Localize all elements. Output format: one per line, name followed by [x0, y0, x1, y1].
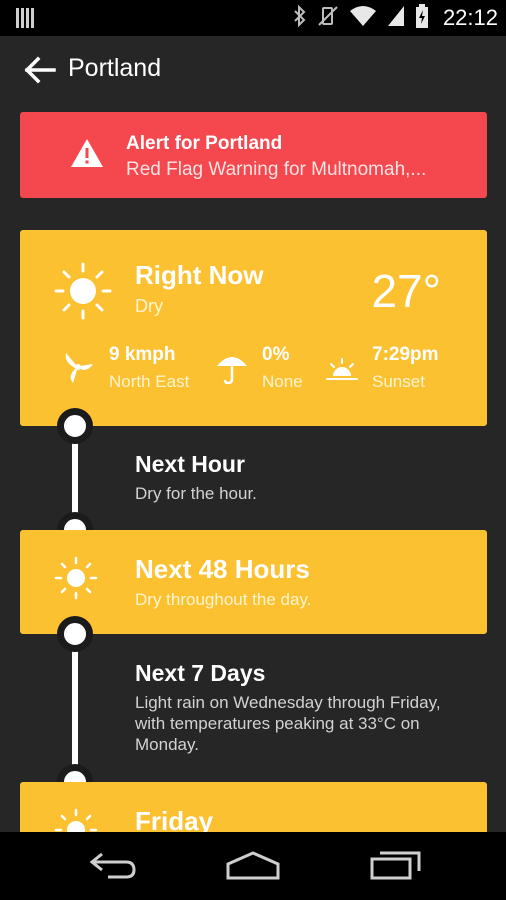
notification-bars-icon [16, 8, 34, 33]
right-now-card[interactable]: Right Now Dry 27° 9 kmph North East 0% N… [20, 230, 487, 426]
sunset-icon [326, 358, 358, 385]
alert-banner[interactable]: Alert for Portland Red Flag Warning for … [20, 112, 487, 198]
timeline-line [72, 634, 78, 782]
next-7-days-line: with temperatures peaking at 33°C on [135, 714, 420, 733]
sunset-time: 7:29pm [372, 344, 439, 365]
wifi-icon [349, 5, 377, 32]
sun-icon [54, 556, 98, 605]
back-nav-icon[interactable] [88, 850, 138, 885]
precipitation-chance: 0% [262, 344, 290, 365]
next-48-hours-card[interactable]: Next 48 Hours Dry throughout the day. [20, 530, 487, 634]
timeline-dot [57, 616, 93, 652]
timeline-dot [57, 408, 93, 444]
next-7-days-title: Next 7 Days [135, 660, 266, 686]
navigation-bar [0, 832, 506, 900]
next-7-days-text: Light rain on Wednesday through Friday, … [135, 692, 441, 755]
warning-triangle-icon [70, 138, 104, 173]
app-bar: Portland [0, 36, 506, 104]
vibrate-off-icon [317, 5, 339, 32]
next-7-days-line: Light rain on Wednesday through Friday, [135, 693, 441, 712]
wind-icon [64, 350, 94, 389]
status-bar: 22:12 [0, 0, 506, 36]
signal-icon [387, 5, 405, 32]
wind-speed: 9 kmph [109, 344, 176, 365]
next-48-hours-text: Dry throughout the day. [135, 590, 312, 609]
next-hour-text: Dry for the hour. [135, 484, 257, 503]
home-nav-icon[interactable] [226, 850, 280, 885]
precipitation-type: None [262, 372, 303, 391]
page-title: Portland [68, 54, 162, 82]
next-hour-title: Next Hour [135, 451, 245, 477]
alert-title: Alert for Portland [126, 133, 283, 154]
sunset-label: Sunset [372, 372, 425, 391]
alert-message: Red Flag Warning for Multnomah,... [126, 159, 427, 180]
right-now-title: Right Now [135, 260, 264, 290]
status-time: 22:12 [442, 5, 498, 30]
battery-charging-icon [415, 3, 429, 33]
sun-icon [54, 262, 112, 325]
umbrella-icon [216, 352, 248, 389]
wind-direction: North East [109, 372, 190, 391]
recents-nav-icon[interactable] [370, 850, 422, 885]
arrow-left-icon[interactable] [24, 56, 56, 84]
current-temperature: 27° [371, 265, 441, 317]
right-now-condition: Dry [135, 296, 163, 316]
next-7-days-line: Monday. [135, 735, 199, 754]
bluetooth-icon [293, 4, 307, 32]
next-48-hours-title: Next 48 Hours [135, 554, 310, 584]
